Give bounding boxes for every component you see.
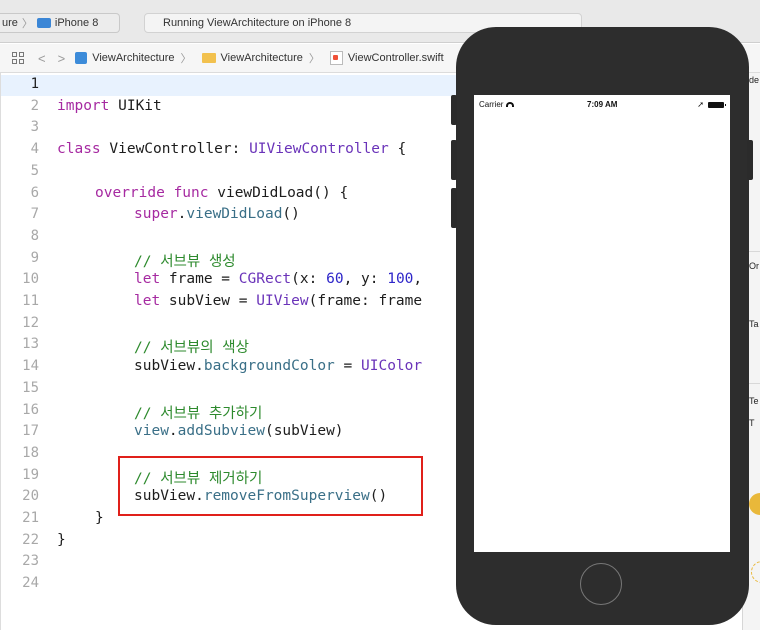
code-line-14: subView.backgroundColor = UIColor [134,358,423,375]
carrier-info: Carrier [479,100,515,109]
forward-arrow-icon[interactable]: > [58,51,66,66]
breadcrumb-folder[interactable]: ViewArchitecture 〉 [201,50,320,66]
line-number: 1 [30,76,39,92]
volume-up-button [451,140,457,180]
status-time: 7:09 AM [587,100,618,109]
home-button[interactable] [580,563,622,605]
inspector-fragment: T [749,418,755,428]
line-number: 7 [30,206,39,223]
code-line-2: import UIKit [57,97,162,114]
code-line-22: } [57,531,66,548]
line-number: 9 [30,249,39,266]
code-line-17: view.addSubview(subView) [134,423,344,440]
back-arrow-icon[interactable]: < [38,51,46,66]
mute-switch [451,95,457,125]
code-line-10: let frame = CGRect(x: 60, y: 100, [134,271,423,288]
inspector-fragment: de [749,75,760,85]
line-number: 8 [30,227,39,244]
scheme-selector[interactable]: ure 〉 iPhone 8 [0,13,120,33]
scheme-target-label: ure [2,17,18,29]
breadcrumb-project[interactable]: ViewArchitecture 〉 [75,50,192,66]
code-line-6: override func viewDidLoad() { [95,184,349,201]
line-number: 2 [30,97,39,114]
location-arrow-icon: ➚ [697,100,704,109]
breadcrumb-file[interactable]: ViewController.swift [329,51,444,65]
breadcrumb-folder-label: ViewArchitecture [220,52,303,64]
inspector-fragment: Ta [749,319,759,329]
carrier-label: Carrier [479,100,504,109]
project-icon [75,52,88,64]
line-number: 18 [22,444,39,461]
status-bar: Carrier 7:09 AM ➚ [474,95,730,113]
line-number: 21 [22,510,39,526]
line-number: 22 [22,531,39,548]
breadcrumb-file-label: ViewController.swift [347,52,444,64]
code-line-7: super.viewDidLoad() [134,206,300,223]
code-line-11: let subView = UIView(frame: frame [134,293,423,309]
simulator-screen[interactable]: Carrier 7:09 AM ➚ [474,95,730,552]
device-icon [36,18,51,28]
current-line-highlight [1,75,461,96]
line-number: 5 [30,162,39,179]
line-number: 10 [22,271,39,288]
activity-status: Running ViewArchitecture on iPhone 8 [163,17,352,29]
code-line-16-comment: // 서브뷰 추가하기 [134,405,263,422]
line-number: 12 [22,314,39,331]
line-number: 6 [30,184,39,201]
line-number: 17 [22,423,39,440]
inspector-fragment: Te [749,396,759,406]
status-right: ➚ [697,100,726,109]
line-number: 23 [22,553,39,570]
breadcrumb-project-label: ViewArchitecture [92,52,175,64]
line-number: 11 [22,293,39,309]
line-number: 24 [22,575,39,592]
folder-icon [201,53,216,63]
swift-file-icon [329,51,343,65]
line-number: 19 [22,466,39,483]
line-number: 3 [30,119,39,136]
line-number: 14 [22,358,39,375]
device-label: iPhone 8 [54,17,99,29]
line-number: 13 [22,336,39,353]
line-number: 16 [22,401,39,418]
library-object-icon[interactable] [749,493,760,515]
scheme-separator-icon: 〉 [21,18,33,30]
volume-down-button [451,188,457,228]
line-number: 15 [22,379,39,396]
code-line-21: } [95,510,104,526]
breadcrumb-separator-icon: 〉 [180,53,192,65]
power-button [747,140,753,180]
line-number: 4 [30,141,39,158]
library-object-icon[interactable] [751,561,760,583]
code-line-4: class ViewController: UIViewController { [57,141,407,158]
line-number: 20 [22,488,39,505]
wifi-icon [506,102,515,107]
code-line-9-comment: // 서브뷰 생성 [134,253,236,270]
grid-icon[interactable] [12,52,24,64]
code-editor[interactable]: 1 2 3 4 5 6 7 8 9 10 11 12 13 14 15 16 1… [0,73,461,630]
highlight-box [118,456,423,516]
battery-icon [708,101,726,108]
breadcrumb-separator-icon: 〉 [308,53,320,65]
code-line-13-comment: // 서브뷰의 색상 [134,340,249,357]
inspector-fragment: Or [749,261,759,271]
